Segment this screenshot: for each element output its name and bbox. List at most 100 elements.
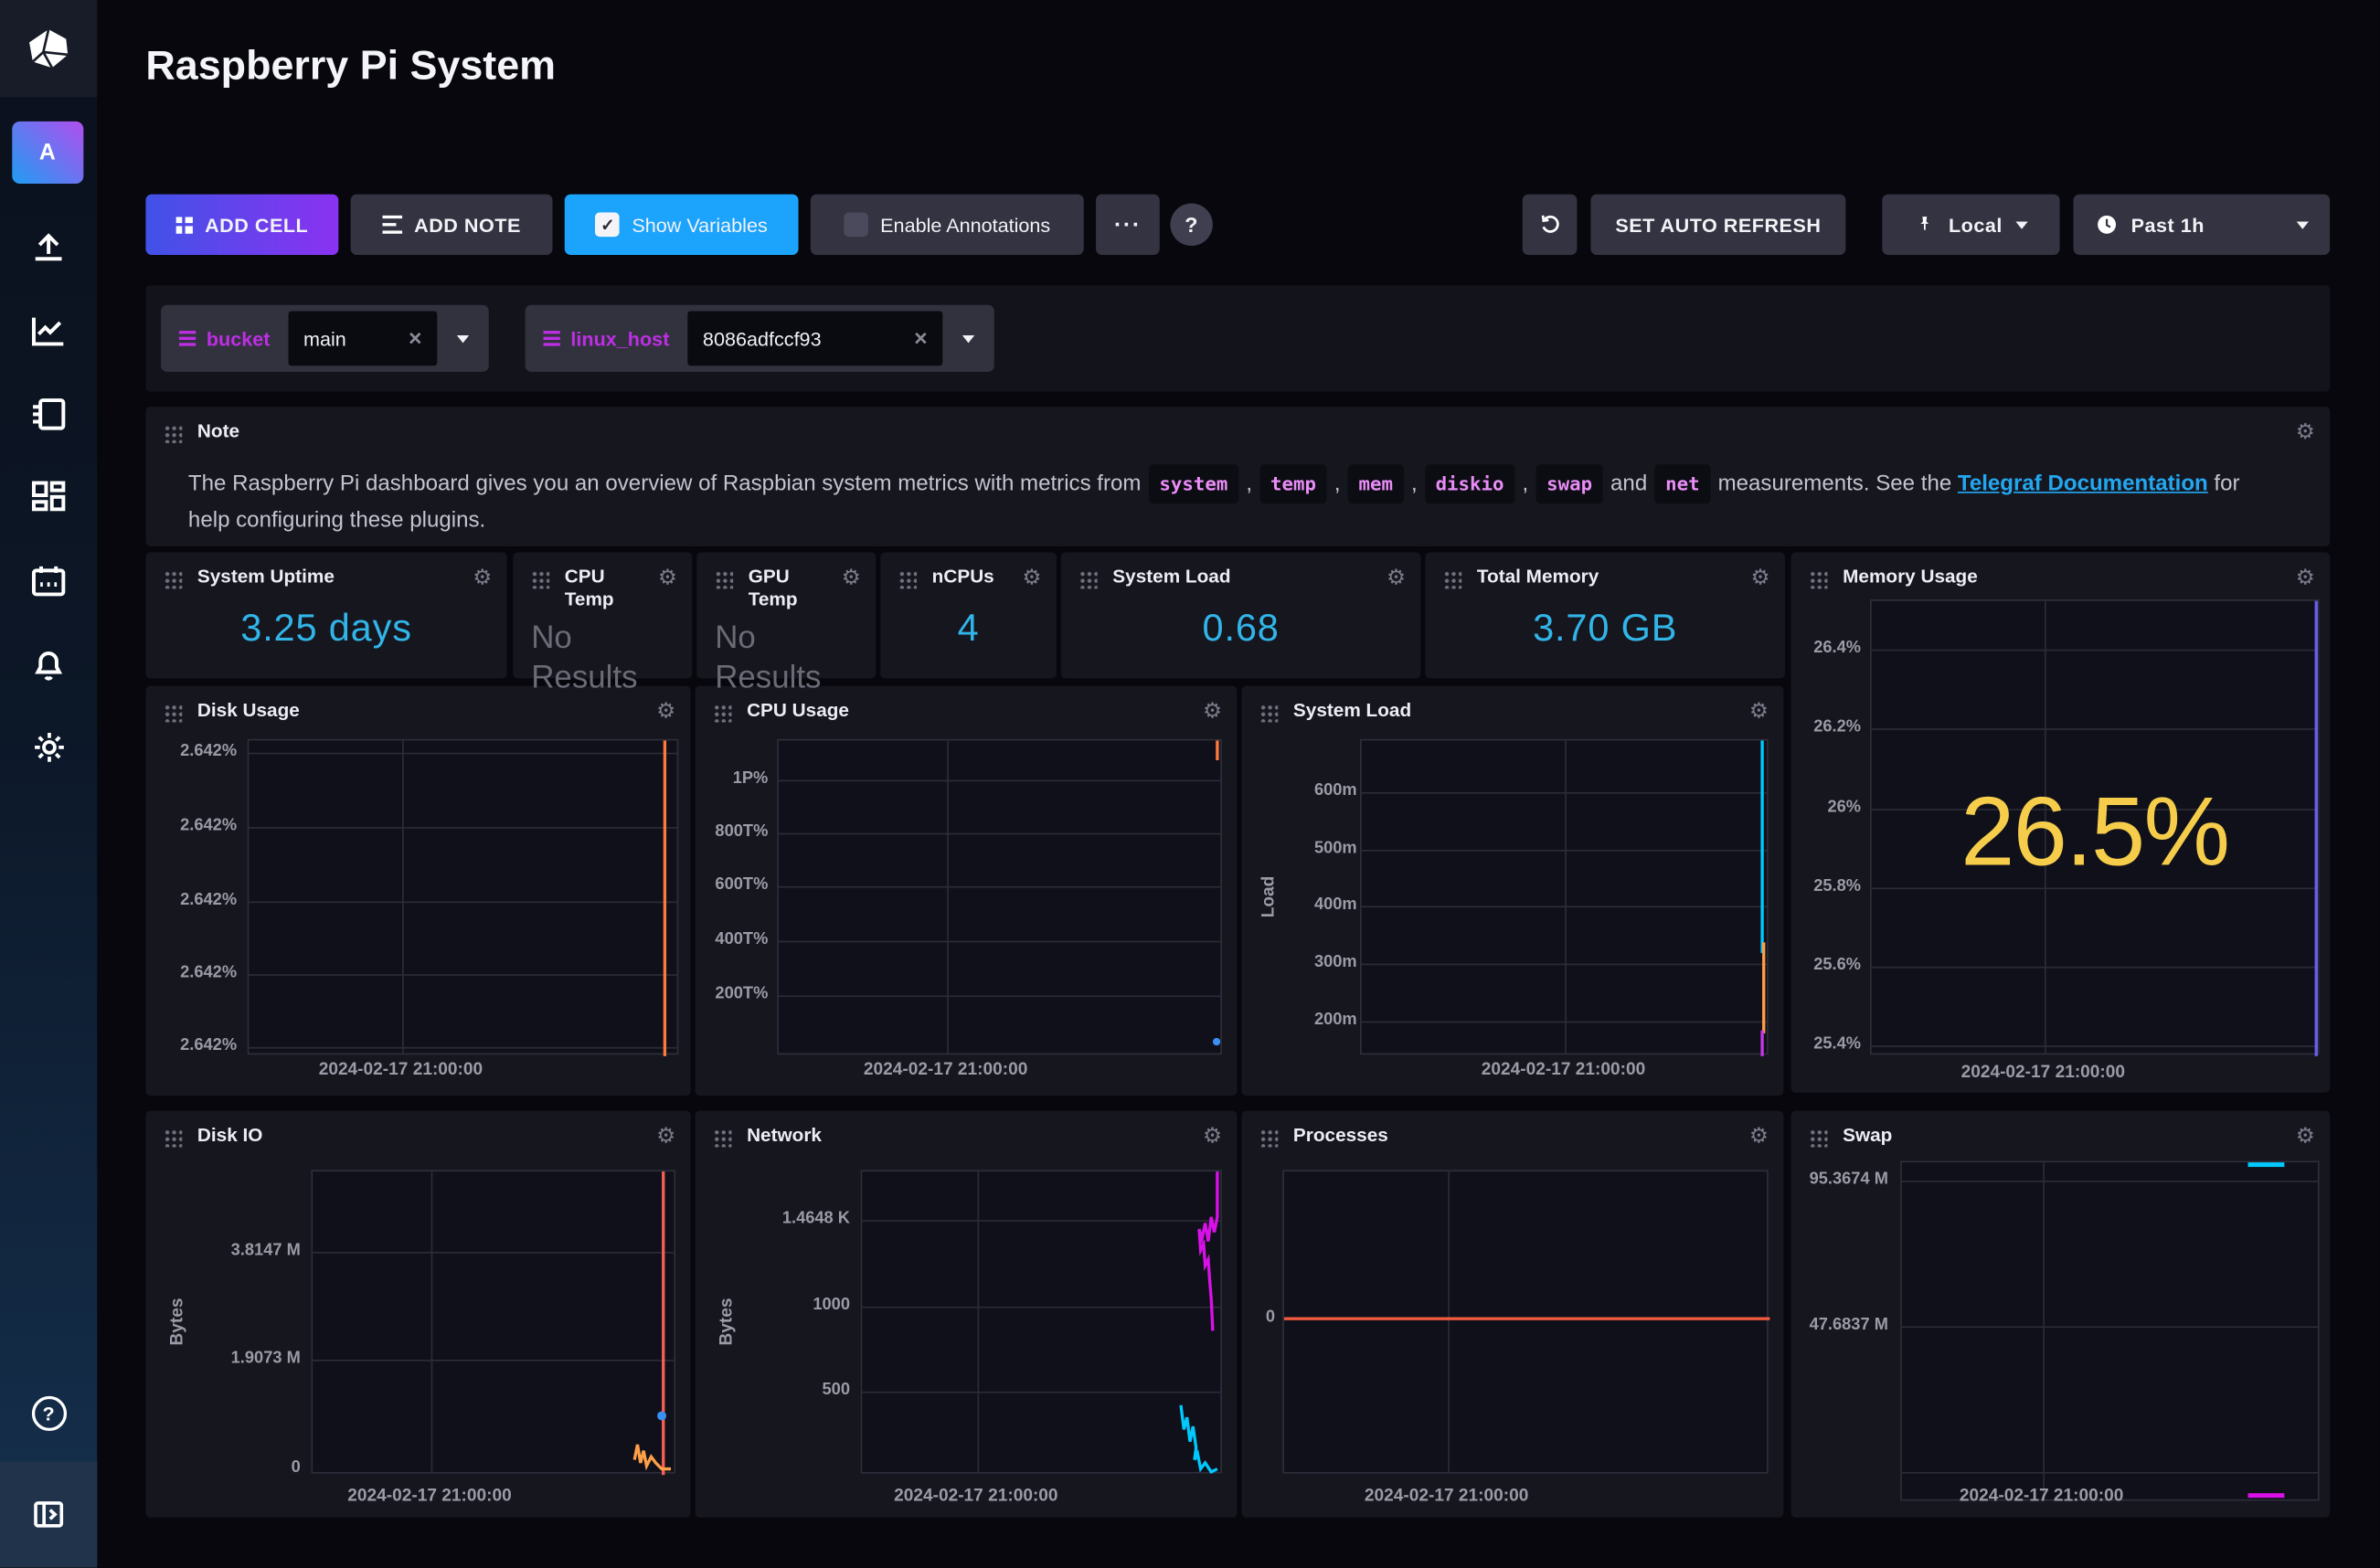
plot-area[interactable] [1360,739,1769,1054]
gear-icon[interactable]: ⚙ [1749,698,1769,723]
y-tick: 600m [1314,781,1357,800]
measurement-chip: system [1149,464,1238,503]
gridline [249,974,676,976]
x-axis-label: 2024-02-17 21:00:00 [894,1487,1057,1505]
y-axis-ticks: 0 [1245,1170,1275,1473]
settings-gear-icon[interactable] [0,714,97,780]
clear-icon[interactable]: × [914,325,928,351]
gear-icon[interactable]: ⚙ [1387,565,1406,589]
dashboards-icon[interactable] [0,464,97,531]
drag-handle-icon[interactable] [531,570,549,588]
timezone-dropdown[interactable]: Local [1882,195,2059,255]
show-variables-toggle[interactable]: ✓ Show Variables [565,195,799,255]
plot-area[interactable] [861,1170,1222,1473]
cell-title: System Load [1112,566,1230,588]
notebooks-icon[interactable] [0,381,97,448]
disk-usage-series-line [664,740,666,1055]
graphs-icon[interactable] [0,297,97,364]
plot-area[interactable] [777,739,1222,1054]
drag-handle-icon[interactable] [164,705,182,723]
influxdb-logo[interactable] [0,0,97,97]
variable-hamburger-icon [544,331,560,346]
add-cell-button[interactable]: ADD CELL [145,195,338,255]
expand-sidebar-button[interactable] [0,1461,97,1567]
gear-icon[interactable]: ⚙ [1203,698,1222,723]
cell-cpu-usage: CPU Usage⚙ 1P% 800T% 600T% 400T% 200T% 2… [696,686,1238,1096]
drag-handle-icon[interactable] [898,570,917,588]
plot-area[interactable] [311,1170,675,1473]
cell-system-uptime: System Uptime⚙ 3.25 days [145,552,506,678]
drag-handle-icon[interactable] [1810,1129,1828,1148]
measurement-chip: net [1655,464,1711,503]
clear-icon[interactable]: × [409,325,422,351]
gear-icon[interactable]: ⚙ [656,698,675,723]
variable-dropdown-button[interactable] [437,305,488,372]
gear-icon[interactable]: ⚙ [2296,1123,2315,1148]
add-note-button[interactable]: ADD NOTE [351,195,553,255]
help-button[interactable]: ? [1170,204,1212,246]
plot-area[interactable] [1282,1170,1768,1473]
drag-handle-icon[interactable] [164,425,182,443]
drag-handle-icon[interactable] [1259,705,1278,723]
drag-handle-icon[interactable] [1259,1129,1278,1148]
variable-value: main [303,327,346,350]
gear-icon[interactable]: ⚙ [1022,565,1041,589]
variable-hamburger-icon [179,331,196,346]
swap-used-segment [2248,1493,2285,1498]
alerts-bell-icon[interactable] [0,631,97,698]
set-auto-refresh-button[interactable]: SET AUTO REFRESH [1590,195,1845,255]
y-tick: 1.9073 M [231,1349,301,1367]
gear-icon[interactable]: ⚙ [1203,1123,1222,1148]
gridline [313,1360,674,1361]
more-options-button[interactable]: ··· [1096,195,1160,255]
gear-icon[interactable]: ⚙ [1749,1123,1769,1148]
variables-panel: bucket main × linux_host 8086adfccf93 × [145,285,2330,391]
gear-icon[interactable]: ⚙ [658,565,677,589]
gear-icon[interactable]: ⚙ [842,565,861,589]
plot-area[interactable] [1900,1160,2319,1500]
gear-icon[interactable]: ⚙ [2296,565,2315,589]
x-axis-label: 2024-02-17 21:00:00 [1961,1064,2125,1082]
drag-handle-icon[interactable] [164,1129,182,1148]
refresh-icon [1536,211,1564,238]
load15-series-line [1760,1031,1763,1056]
variable-dropdown-button[interactable] [942,305,993,372]
help-icon[interactable]: ? [0,1380,97,1446]
pin-icon [1914,212,1935,237]
cell-disk-usage: Disk Usage⚙ 2.642% 2.642% 2.642% 2.642% … [145,686,690,1096]
upload-icon[interactable] [0,214,97,281]
gear-icon[interactable]: ⚙ [656,1123,675,1148]
gear-icon[interactable]: ⚙ [2296,418,2315,443]
gridline [402,740,404,1053]
drag-handle-icon[interactable] [1810,570,1828,588]
time-range-dropdown[interactable]: Past 1h [2074,195,2331,255]
drag-handle-icon[interactable] [714,1129,732,1148]
drag-handle-icon[interactable] [714,705,732,723]
drag-handle-icon[interactable] [715,570,733,588]
refresh-button[interactable] [1523,195,1578,255]
cell-title: Processes [1293,1125,1388,1148]
drag-handle-icon[interactable] [1079,570,1098,588]
timezone-label: Local [1949,213,2003,236]
variable-value-box[interactable]: 8086adfccf93 × [687,311,942,366]
enable-annotations-toggle[interactable]: Enable Annotations [811,195,1084,255]
gridline [779,995,1220,997]
drag-handle-icon[interactable] [164,570,182,588]
cell-title: Swap [1843,1125,1892,1148]
avatar[interactable]: A [12,122,83,184]
no-results-text: NoResults [715,620,836,698]
cell-title: CPU Temp [565,566,641,611]
gear-icon[interactable]: ⚙ [1751,565,1770,589]
tasks-calendar-icon[interactable] [0,548,97,615]
drag-handle-icon[interactable] [1443,570,1461,588]
plot-area[interactable] [248,739,679,1054]
variable-linux-host: linux_host 8086adfccf93 × [526,305,994,372]
gridline [1902,1326,2318,1328]
cell-cpu-temp: CPU Temp⚙ NoResults [513,552,692,678]
telegraf-documentation-link[interactable]: Telegraf Documentation [1958,471,2208,496]
gridline [862,1392,1220,1393]
gear-icon[interactable]: ⚙ [473,565,492,589]
variable-value: 8086adfccf93 [703,327,822,350]
variable-value-box[interactable]: main × [288,311,437,366]
gridline [1902,1181,2318,1182]
